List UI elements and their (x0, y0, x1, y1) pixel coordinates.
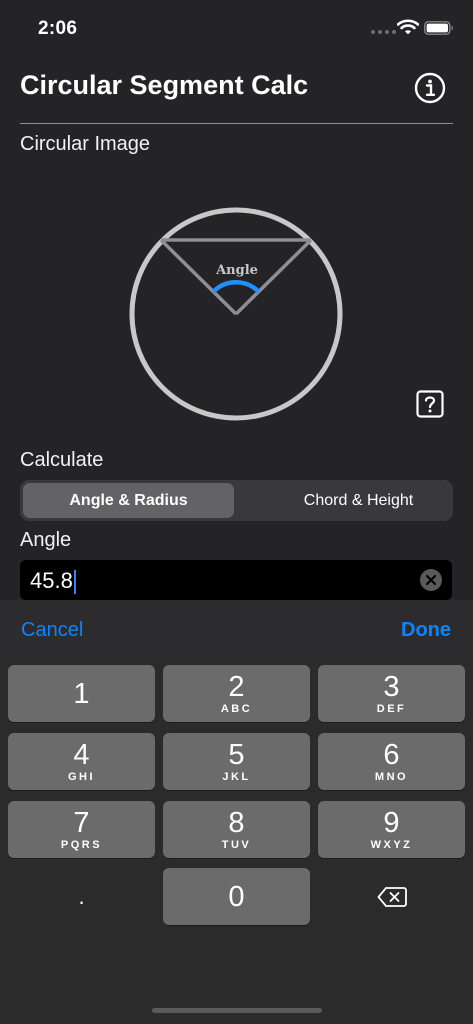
number-pad: 1 2 ABC 3 DEF 4 GHI 5 JKL 6 MNO 7 PQRS 8… (0, 656, 473, 1024)
key-digit: 1 (73, 677, 90, 710)
text-caret (73, 570, 76, 595)
angle-input[interactable]: 45.8 (20, 560, 452, 600)
key-digit: 8 (228, 807, 245, 839)
angle-input-value: 45.8 (30, 568, 76, 595)
home-indicator[interactable] (152, 1008, 322, 1013)
circular-segment-diagram: Angle (129, 207, 343, 421)
status-time: 2:06 (38, 18, 78, 39)
key-letters: DEF (376, 703, 407, 715)
delete-key[interactable] (318, 868, 465, 925)
wifi-icon (397, 19, 419, 35)
key-digit: 7 (73, 807, 90, 839)
circular-image-label: Circular Image (20, 133, 151, 155)
key-6[interactable]: 6 MNO (318, 733, 465, 790)
backspace-icon (377, 886, 407, 907)
key-letters: WXYZ (370, 839, 413, 851)
key-letters: PQRS (60, 839, 103, 851)
page-title: Circular Segment Calc (20, 70, 309, 100)
key-0[interactable]: 0 (163, 868, 310, 925)
key-letters: MNO (374, 771, 409, 783)
calculate-label: Calculate (20, 449, 104, 471)
decimal-key-label: . (78, 883, 85, 909)
segment-angle-radius[interactable]: Angle & Radius (23, 483, 234, 518)
diagram-angle-label: Angle (215, 263, 258, 278)
key-2[interactable]: 2 ABC (163, 665, 310, 722)
info-icon[interactable] (414, 72, 446, 104)
key-3[interactable]: 3 DEF (318, 665, 465, 722)
cancel-button[interactable]: Cancel (21, 619, 83, 642)
segment-chord-height[interactable]: Chord & Height (253, 483, 464, 518)
key-digit: 6 (383, 739, 400, 771)
key-4[interactable]: 4 GHI (8, 733, 155, 790)
cellular-signal-icon (371, 30, 396, 34)
angle-arc (211, 280, 261, 294)
calculate-segmented-control: Angle & Radius Chord & Height (20, 480, 453, 521)
key-digit: 9 (383, 807, 400, 839)
key-digit: 5 (228, 739, 245, 771)
key-digit: 0 (228, 880, 245, 913)
key-7[interactable]: 7 PQRS (8, 801, 155, 858)
question-mark-icon[interactable] (416, 390, 444, 418)
clear-icon[interactable] (420, 569, 442, 591)
key-1[interactable]: 1 (8, 665, 155, 722)
key-digit: 3 (383, 671, 400, 703)
done-button[interactable]: Done (401, 619, 451, 642)
key-9[interactable]: 9 WXYZ (318, 801, 465, 858)
angle-label: Angle (20, 529, 72, 551)
key-8[interactable]: 8 TUV (163, 801, 310, 858)
key-5[interactable]: 5 JKL (163, 733, 310, 790)
key-digit: 2 (228, 671, 245, 703)
status-bar: 2:06 (0, 0, 473, 56)
decimal-key[interactable]: . (8, 868, 155, 925)
key-letters: JKL (222, 771, 251, 783)
title-divider (20, 123, 453, 124)
battery-icon (424, 21, 453, 35)
key-letters: TUV (221, 839, 252, 851)
key-letters: GHI (67, 771, 96, 783)
key-digit: 4 (73, 739, 90, 771)
key-letters: ABC (220, 703, 253, 715)
keyboard-toolbar: Cancel Done (0, 600, 473, 656)
